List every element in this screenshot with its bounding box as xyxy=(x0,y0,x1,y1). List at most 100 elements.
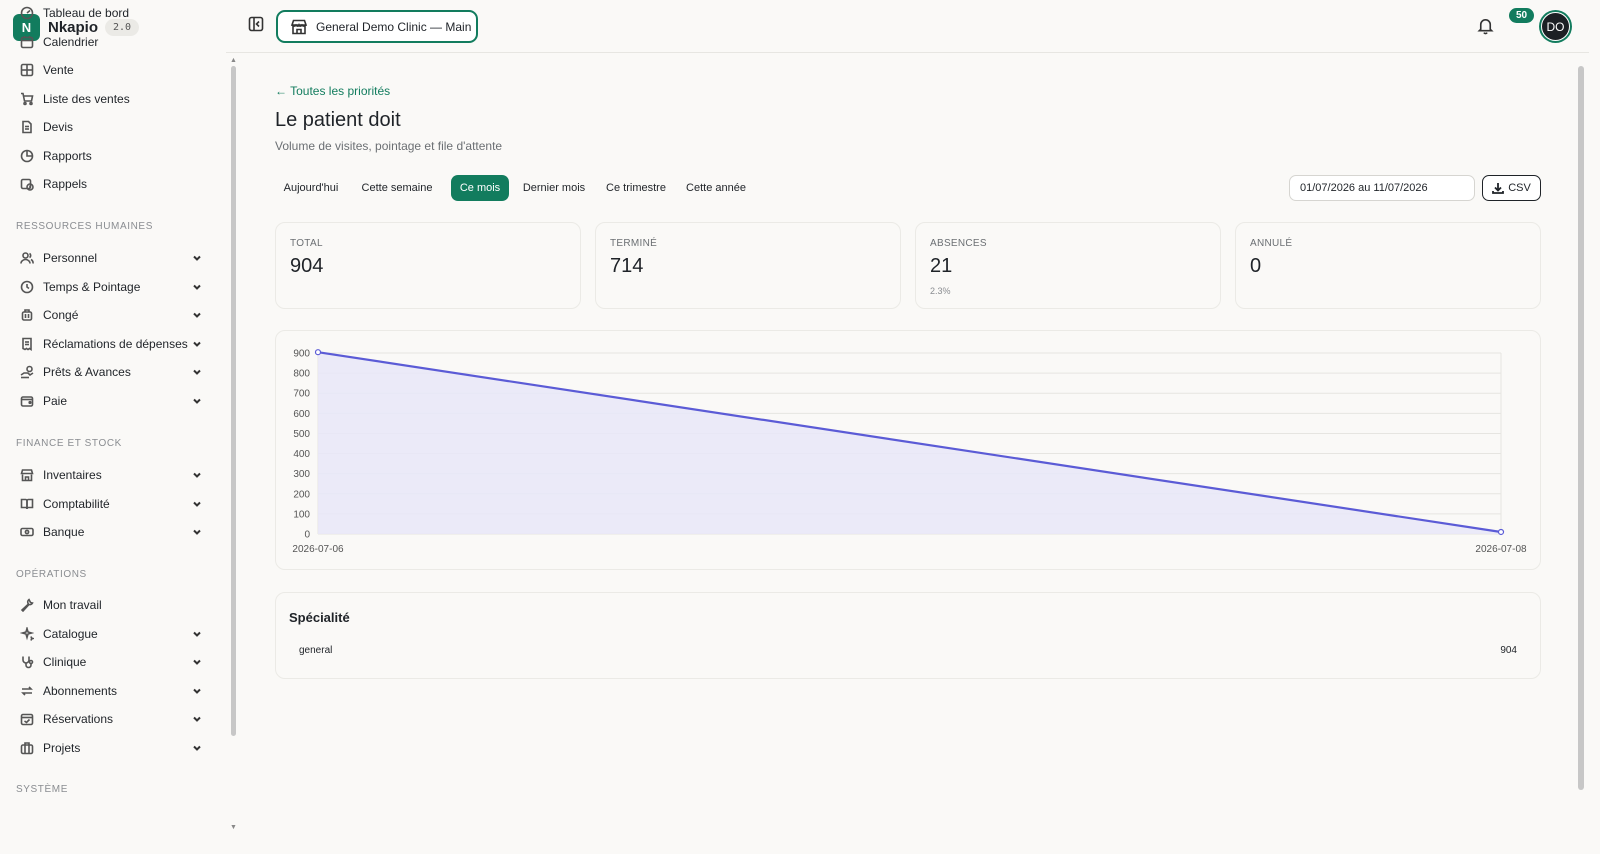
sidebar-item-prets-avances[interactable]: Prêts & Avances xyxy=(16,359,204,385)
sidebar-item-devis[interactable]: Devis xyxy=(16,114,204,140)
sidebar-item-banque[interactable]: Banque xyxy=(16,519,204,545)
collapse-sidebar-icon[interactable] xyxy=(248,16,264,32)
sidebar-section-label: OPÉRATIONS xyxy=(16,569,87,580)
hand-coins-icon xyxy=(19,364,35,380)
luggage-icon xyxy=(19,307,35,323)
chevron-down-icon[interactable] xyxy=(192,628,204,640)
calendar-check-icon xyxy=(19,711,35,727)
sidebar-scrollbar[interactable] xyxy=(231,66,236,736)
chevron-down-icon[interactable] xyxy=(192,742,204,754)
sidebar-item-label: Tableau de bord xyxy=(43,6,130,20)
sidebar-item-mon-travail[interactable]: Mon travail xyxy=(16,592,204,618)
sidebar-item-comptabilite[interactable]: Comptabilité xyxy=(16,491,204,517)
users-icon xyxy=(19,250,35,266)
sidebar-item-reservations[interactable]: Réservations xyxy=(16,706,204,732)
banknote-icon xyxy=(19,524,35,540)
sidebar-item-inventaires[interactable]: Inventaires xyxy=(16,462,204,488)
chevron-down-icon[interactable] xyxy=(192,252,204,264)
sparkles-icon xyxy=(19,626,35,642)
chevron-down-icon[interactable] xyxy=(192,366,204,378)
chevron-down-icon[interactable] xyxy=(192,395,204,407)
csv-label: CSV xyxy=(1508,182,1531,194)
tab-this-year[interactable]: Cette année xyxy=(682,175,750,201)
wallet-icon xyxy=(19,393,35,409)
sidebar-item-vente[interactable]: Vente xyxy=(16,57,204,83)
avatar[interactable]: DO xyxy=(1539,10,1572,43)
scroll-up-arrow[interactable]: ▲ xyxy=(230,57,237,64)
clinic-name: General Demo Clinic — Main xyxy=(316,19,472,34)
sidebar-item-liste-des-ventes[interactable]: Liste des ventes xyxy=(16,86,204,112)
stat-value: 714 xyxy=(610,255,644,277)
sidebar-item-label: Clinique xyxy=(43,655,87,669)
visits-chart-card: 0 100 200 300 400 500 600 700 800 900 2026-07-06 20… xyxy=(275,330,1541,570)
sidebar-item-label: Banque xyxy=(43,525,85,539)
sidebar-item-catalogue[interactable]: Catalogue xyxy=(16,621,204,647)
tab-last-month[interactable]: Dernier mois xyxy=(518,175,590,201)
tab-this-quarter[interactable]: Ce trimestre xyxy=(599,175,673,201)
notification-badge[interactable]: 50 xyxy=(1509,8,1535,23)
sidebar-item-rappels[interactable]: Rappels xyxy=(16,171,204,197)
csv-export-button[interactable]: CSV xyxy=(1482,175,1541,201)
sidebar-item-label: Congé xyxy=(43,308,79,322)
sidebar-item-paie[interactable]: Paie xyxy=(16,388,204,414)
stat-value: 0 xyxy=(1250,255,1262,277)
specialty-title: Spécialité xyxy=(289,610,350,625)
top-header: General Demo Clinic — Main 50 DO xyxy=(226,0,1589,53)
sidebar-item-calendrier[interactable]: Calendrier xyxy=(16,29,204,55)
stat-value: 904 xyxy=(290,255,324,277)
sidebar-item-label: Catalogue xyxy=(43,626,98,641)
sidebar-item-abonnements[interactable]: Abonnements xyxy=(16,678,204,704)
x-tick-label: 2026-07-06 xyxy=(292,544,344,555)
bell-icon[interactable] xyxy=(1476,16,1496,36)
book-icon xyxy=(19,496,35,512)
y-tick-label: 600 xyxy=(293,409,310,420)
clinic-selector[interactable]: General Demo Clinic — Main xyxy=(276,10,478,43)
y-tick-label: 100 xyxy=(293,509,310,520)
main-scrollbar[interactable] xyxy=(1578,66,1584,790)
x-tick-label: 2026-07-08 xyxy=(1475,544,1527,555)
chevron-down-icon[interactable] xyxy=(192,309,204,321)
sidebar-item-temps-pointage[interactable]: Temps & Pointage xyxy=(16,274,204,300)
stat-label: ABSENCES xyxy=(930,238,987,249)
chevron-down-icon[interactable] xyxy=(192,498,204,510)
scroll-down-arrow[interactable]: ▼ xyxy=(230,824,237,831)
chevron-down-icon[interactable] xyxy=(192,338,204,350)
chevron-down-icon[interactable] xyxy=(192,713,204,725)
sidebar-item-label: Inventaires xyxy=(43,468,102,482)
tab-this-month[interactable]: Ce mois xyxy=(451,175,509,201)
sidebar-item-reclamations-de-depenses[interactable]: Réclamations de dépenses xyxy=(16,331,204,357)
tab-this-week[interactable]: Cette semaine xyxy=(352,175,442,201)
repeat-icon xyxy=(19,683,35,699)
chevron-down-icon[interactable] xyxy=(192,685,204,697)
calendar-clock-icon xyxy=(19,176,35,192)
chevron-down-icon[interactable] xyxy=(192,656,204,668)
y-tick-label: 500 xyxy=(293,429,310,440)
data-point xyxy=(314,349,322,356)
document-icon xyxy=(19,119,35,135)
stat-label: ANNULÉ xyxy=(1250,238,1293,249)
sidebar-item-projets[interactable]: Projets xyxy=(16,735,204,761)
sidebar-item-rapports[interactable]: Rapports xyxy=(16,143,204,169)
stethoscope-icon xyxy=(19,654,35,670)
sidebar-section-label: RESSOURCES HUMAINES xyxy=(16,221,153,232)
back-link[interactable]: ← Toutes les priorités xyxy=(275,84,390,98)
date-range-input[interactable] xyxy=(1289,175,1475,201)
data-point xyxy=(1497,528,1505,536)
sidebar-item-label: Rappels xyxy=(43,177,88,191)
dashboard-icon xyxy=(19,5,35,21)
tab-today[interactable]: Aujourd'hui xyxy=(275,175,347,201)
sidebar-item-clinique[interactable]: Clinique xyxy=(16,649,204,675)
receipt-icon xyxy=(19,336,35,352)
sidebar-item-label: Réclamations de dépenses xyxy=(43,336,188,351)
chevron-down-icon[interactable] xyxy=(192,469,204,481)
sidebar-item-label: Devis xyxy=(43,120,74,134)
sidebar-item-conge[interactable]: Congé xyxy=(16,302,204,328)
chevron-down-icon[interactable] xyxy=(192,281,204,293)
sidebar-item-tableau-de-bord[interactable]: Tableau de bord xyxy=(16,0,204,26)
sidebar-item-personnel[interactable]: Personnel xyxy=(16,245,204,271)
y-tick-label: 900 xyxy=(293,349,310,360)
sidebar-item-label: Projets xyxy=(43,740,81,755)
chevron-down-icon[interactable] xyxy=(192,526,204,538)
sidebar-item-label: Comptabilité xyxy=(43,496,110,511)
specialty-row-value: 904 xyxy=(1500,645,1517,656)
